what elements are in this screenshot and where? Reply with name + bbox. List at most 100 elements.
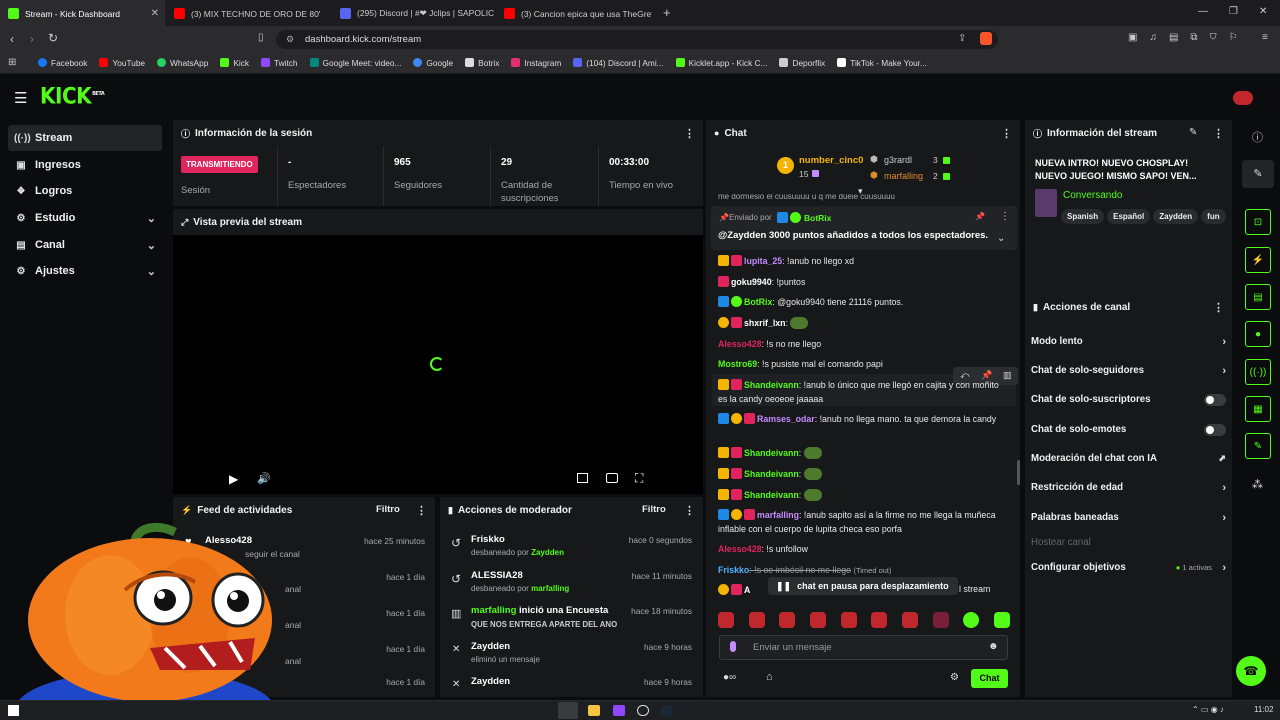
mod-actor[interactable]: Zaydden xyxy=(471,676,510,687)
document-icon[interactable]: ▤ xyxy=(1245,284,1271,310)
chat-username[interactable]: BotRix xyxy=(744,297,772,307)
filter-button[interactable]: Filtro xyxy=(642,504,666,515)
tag[interactable]: Zaydden xyxy=(1153,209,1199,224)
mod-actor[interactable]: marfalling xyxy=(531,584,569,593)
url-field[interactable]: ⚙ dashboard.kick.com/stream ⇪ xyxy=(276,30,998,49)
chat-username[interactable]: lupita_25 xyxy=(744,256,782,266)
points-icon[interactable]: ●∞ xyxy=(723,672,736,683)
tag[interactable]: Spanish xyxy=(1061,209,1105,224)
chat-username[interactable]: shxrif_lxn xyxy=(744,318,786,328)
chat-username[interactable]: Shandeivann xyxy=(744,469,799,479)
menu-icon[interactable]: ≡ xyxy=(1262,32,1268,43)
browser-tab-youtube-1[interactable]: (3) MIX TECHNO DE ORO DE 80' xyxy=(166,0,330,27)
theater-icon[interactable] xyxy=(606,473,618,483)
toolbar-extension-icons[interactable]: ▣♫▤⧉⛉⚐ xyxy=(1128,32,1250,43)
chat-username[interactable]: Alesso428 xyxy=(718,544,762,554)
browser-tab-youtube-2[interactable]: (3) Cancion epica que usa TheGrefg xyxy=(496,0,652,27)
category-thumbnail[interactable] xyxy=(1035,189,1057,217)
bookmark-facebook[interactable]: Facebook xyxy=(38,58,87,68)
chat-username[interactable]: marfalling xyxy=(757,510,799,520)
store-icon[interactable]: ⌂ xyxy=(766,671,773,683)
chat-username[interactable]: Shandeivann xyxy=(744,448,799,458)
bookmark-twitch[interactable]: Twitch xyxy=(261,58,298,68)
emote-icon[interactable] xyxy=(718,612,734,628)
leaderboard-user[interactable]: number_cinc0 xyxy=(799,155,863,166)
action-slow-mode[interactable]: Modo lento › xyxy=(1031,336,1226,348)
browser-tab-discord[interactable]: (295) Discord | #❤ Jclips | SAPOLIC xyxy=(332,0,494,27)
layout-icon[interactable]: ▦ xyxy=(1245,396,1271,422)
mod-actor[interactable]: marfalling xyxy=(471,605,516,616)
pin-toggle-icon[interactable]: 📌 xyxy=(975,212,985,221)
more-options-icon[interactable]: ⋮ xyxy=(1000,211,1010,222)
info-icon[interactable]: ⓘ xyxy=(1252,129,1263,145)
bookmark-deporflix[interactable]: Deporflix xyxy=(779,58,825,68)
lightning-icon[interactable]: ⚡ xyxy=(1245,247,1271,273)
chat-username[interactable]: Alesso428 xyxy=(718,339,762,349)
sidebar-item-ingresos[interactable]: ▣ Ingresos xyxy=(8,152,162,178)
maximize-icon[interactable]: ❐ xyxy=(1229,6,1238,17)
broadcast-icon[interactable]: ((·)) xyxy=(1245,359,1271,385)
back-icon[interactable]: ‹ xyxy=(10,32,14,46)
more-options-icon[interactable]: ⋮ xyxy=(684,504,695,517)
emote-icon[interactable] xyxy=(963,612,980,628)
help-chat-button[interactable]: ☎ xyxy=(1236,656,1266,686)
chat-username[interactable]: Ramses_odar xyxy=(757,414,815,424)
send-chat-button[interactable]: Chat xyxy=(971,669,1008,688)
file-explorer-icon[interactable] xyxy=(588,705,600,716)
obs-taskbar-icon[interactable] xyxy=(637,705,649,716)
action-followers-only[interactable]: Chat de solo-seguidores › xyxy=(1031,365,1226,377)
steam-taskbar-icon[interactable] xyxy=(661,705,673,716)
more-options-icon[interactable]: ⋮ xyxy=(1213,127,1224,140)
bookmark-google-meet[interactable]: Google Meet: video... xyxy=(309,58,401,68)
close-window-icon[interactable]: ✕ xyxy=(1259,6,1267,17)
bookmark-kicklet[interactable]: Kicklet.app - Kick C... xyxy=(675,58,767,68)
brave-shield-icon[interactable] xyxy=(980,32,992,45)
chat-scrollbar[interactable] xyxy=(1017,460,1020,485)
emote-icon[interactable] xyxy=(809,612,826,628)
more-options-icon[interactable]: ⋮ xyxy=(1213,301,1224,314)
sidebar-item-stream[interactable]: ((·)) Stream xyxy=(8,125,162,151)
sidebar-item-estudio[interactable]: ⚙ Estudio ⌄ xyxy=(8,205,162,231)
mod-target-user[interactable]: ALESSIA28 xyxy=(471,570,523,581)
action-age-restriction[interactable]: Restricción de edad › xyxy=(1031,482,1226,494)
pinned-author[interactable]: BotRix xyxy=(804,213,831,223)
chat-username[interactable]: Friskko xyxy=(718,565,749,575)
chat-settings-icon[interactable]: ⚙ xyxy=(950,672,959,683)
kick-logo[interactable]: KICKBETA xyxy=(40,83,105,109)
emote-icon[interactable] xyxy=(871,612,888,628)
more-options-icon[interactable]: ⋮ xyxy=(684,127,695,140)
tag[interactable]: Español xyxy=(1107,209,1151,224)
emote-icon[interactable] xyxy=(932,612,949,628)
site-info-icon[interactable]: ⚙ xyxy=(286,34,294,45)
brave-taskbar-icon[interactable] xyxy=(558,702,578,719)
fullscreen-icon[interactable]: ⛶ xyxy=(635,471,643,486)
bookmark-google[interactable]: Google xyxy=(413,58,453,68)
app-taskbar-icon[interactable] xyxy=(613,705,625,716)
emotes-only-toggle[interactable] xyxy=(1204,423,1226,436)
sidebar-item-canal[interactable]: ▤ Canal ⌄ xyxy=(8,232,162,258)
hamburger-menu-icon[interactable]: ☰ xyxy=(14,89,27,107)
mod-actor[interactable]: Zaydden xyxy=(531,548,564,557)
forward-icon[interactable]: › xyxy=(30,32,34,46)
chat-bubble-icon[interactable]: ● xyxy=(1245,321,1271,347)
action-configure-goals[interactable]: Configurar objetivos ● 1 activas › xyxy=(1031,562,1226,574)
minimize-icon[interactable]: — xyxy=(1198,6,1208,17)
play-icon[interactable]: ▶ xyxy=(229,472,238,486)
clip-icon[interactable]: ⊡ xyxy=(1245,209,1271,235)
avatar[interactable] xyxy=(1233,91,1253,105)
more-tools-icon[interactable]: ⁂ xyxy=(1252,478,1263,491)
pip-icon[interactable] xyxy=(577,473,588,483)
bookmark-discord[interactable]: (104) Discord | Ami... xyxy=(573,58,664,68)
subscribers-only-toggle[interactable] xyxy=(1204,393,1226,406)
bookmark-instagram[interactable]: Instagram xyxy=(511,58,561,68)
more-options-icon[interactable]: ⋮ xyxy=(1001,127,1012,140)
bookmark-whatsapp[interactable]: WhatsApp xyxy=(157,58,208,68)
bookmark-botrix[interactable]: Botrix xyxy=(465,58,499,68)
sidebar-item-ajustes[interactable]: ⚙ Ajustes ⌄ xyxy=(8,258,162,284)
chat-input[interactable]: Enviar un mensaje ☻ xyxy=(719,635,1008,660)
leaderboard-user[interactable]: marfalling xyxy=(884,171,923,181)
chat-username[interactable]: goku9940 xyxy=(731,277,772,287)
close-tab-icon[interactable]: ✕ xyxy=(151,8,159,19)
edit-icon[interactable]: ✎ xyxy=(1242,160,1274,188)
share-icon[interactable]: ⇪ xyxy=(958,33,966,44)
